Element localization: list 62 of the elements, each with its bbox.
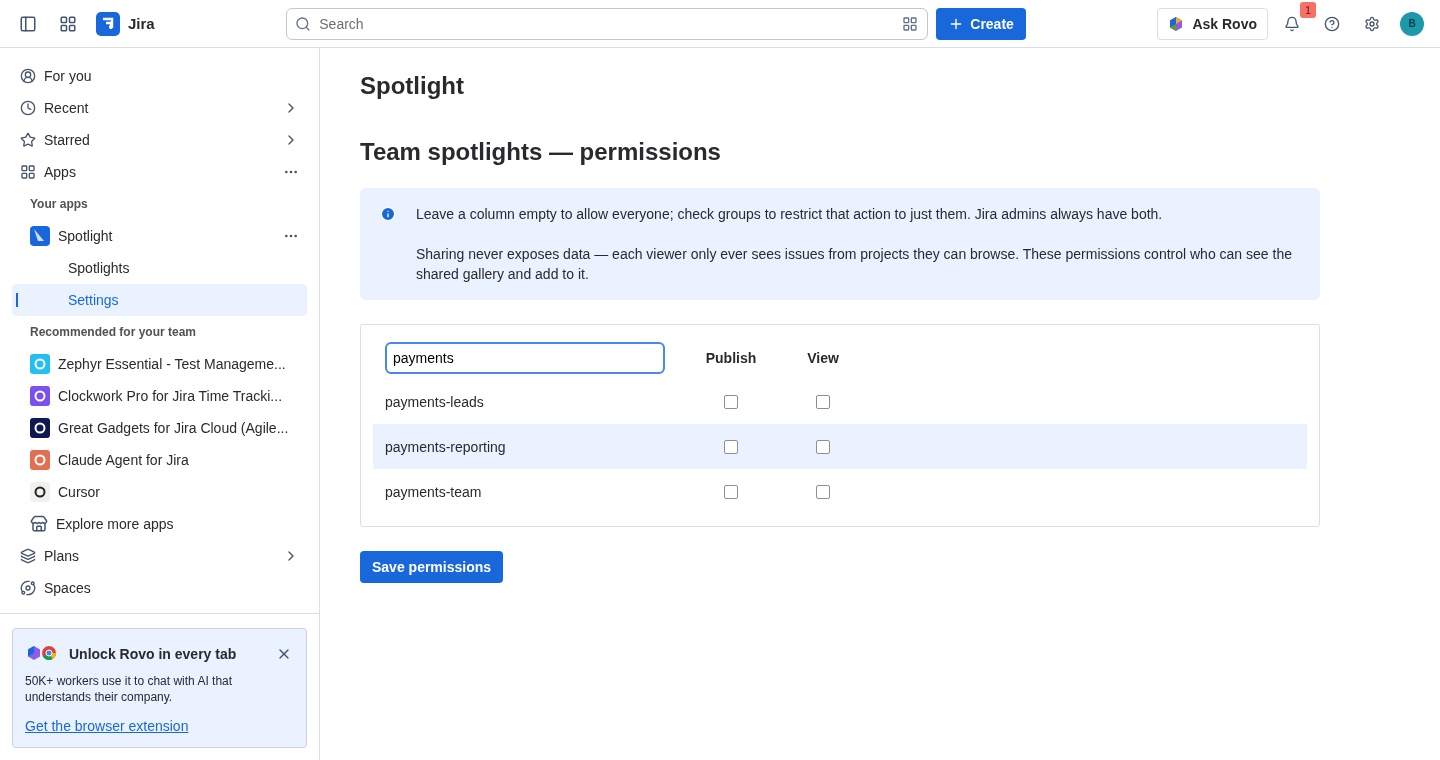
sidebar-item[interactable]: Zephyr Essential - Test Manageme... bbox=[12, 348, 307, 380]
app-icon bbox=[30, 354, 50, 374]
product-name[interactable]: Jira bbox=[128, 15, 155, 32]
search-icon bbox=[295, 15, 312, 32]
star-icon bbox=[20, 132, 36, 148]
planet-icon bbox=[20, 580, 36, 596]
extension-link[interactable]: Get the browser extension bbox=[25, 718, 189, 734]
sidebar-item[interactable]: Spaces bbox=[12, 572, 307, 604]
filter-field[interactable]: payments bbox=[385, 342, 665, 374]
checkbox[interactable] bbox=[816, 484, 830, 499]
info-text: Sharing never exposes data — each viewer only ever sees issues from projects they can browse. These permissions control who can see the shared gallery and add to it. bbox=[416, 245, 1293, 284]
sidebar-item[interactable]: Plans bbox=[12, 540, 307, 572]
checkbox[interactable] bbox=[724, 439, 738, 454]
layers-icon bbox=[20, 548, 36, 564]
section-heading: Recommended for your team bbox=[29, 324, 198, 341]
sidebar-item[interactable]: Recent bbox=[12, 92, 307, 124]
section-heading: Your apps bbox=[29, 196, 89, 213]
avatar[interactable]: B bbox=[1400, 11, 1424, 36]
sidebar-subitem[interactable]: Spotlights bbox=[12, 252, 307, 284]
promo-title: Unlock Rovo in every tab bbox=[69, 646, 238, 662]
ask-rovo-button[interactable]: Ask Rovo bbox=[1157, 7, 1268, 40]
column-header: Publish bbox=[704, 350, 758, 366]
sidebar-subitem[interactable]: Settings bbox=[12, 284, 307, 316]
search-field[interactable]: Search bbox=[286, 7, 929, 40]
rovo-icon bbox=[1168, 15, 1185, 32]
checkbox[interactable] bbox=[724, 484, 738, 499]
group-name: payments-reporting bbox=[385, 438, 507, 455]
app-icon bbox=[30, 418, 50, 438]
app-icon bbox=[30, 482, 50, 502]
group-name: payments-team bbox=[385, 483, 483, 500]
section-title: Team spotlights — permissions bbox=[360, 138, 722, 166]
store-icon bbox=[30, 515, 48, 533]
logo-icon[interactable] bbox=[96, 11, 120, 36]
info-icon bbox=[380, 206, 396, 222]
notification-count: 1 bbox=[1299, 1, 1316, 18]
sidebar-item[interactable]: Great Gadgets for Jira Cloud (Agile... bbox=[12, 412, 307, 444]
sidebar-item[interactable]: Explore more apps bbox=[12, 508, 307, 540]
app-icon bbox=[30, 226, 50, 246]
notifications-icon[interactable] bbox=[1284, 15, 1300, 32]
sidebar-item[interactable]: Clockwork Pro for Jira Time Tracki... bbox=[12, 380, 307, 412]
create-button[interactable]: Create bbox=[936, 7, 1026, 40]
save-button[interactable]: Save permissions bbox=[360, 551, 504, 583]
checkbox[interactable] bbox=[816, 394, 830, 409]
checkbox[interactable] bbox=[724, 394, 738, 409]
app-icon bbox=[30, 450, 50, 470]
user-circle-icon bbox=[20, 68, 36, 84]
page-title: Spotlight bbox=[360, 72, 465, 100]
column-header: View bbox=[806, 350, 840, 366]
sidebar-item[interactable]: For you bbox=[12, 60, 307, 92]
grid-icon[interactable] bbox=[902, 15, 919, 32]
apps-icon bbox=[20, 164, 36, 180]
checkbox[interactable] bbox=[816, 439, 830, 454]
sidebar-item[interactable]: Apps bbox=[12, 156, 307, 188]
sidebar-item[interactable]: Cursor bbox=[12, 476, 307, 508]
sidebar-item[interactable]: Spotlight bbox=[12, 220, 307, 252]
promo-text: 50K+ workers use it to chat with AI that understands their company. bbox=[25, 673, 234, 705]
app-icon bbox=[30, 386, 50, 406]
clock-icon bbox=[20, 100, 36, 116]
sidebar-item[interactable]: Claude Agent for Jira bbox=[12, 444, 307, 476]
sidebar-item[interactable]: Starred bbox=[12, 124, 307, 156]
group-name: payments-leads bbox=[385, 393, 485, 410]
info-text: Leave a column empty to allow everyone; check groups to restrict that action to just them. Jira admins always have both. bbox=[416, 205, 1164, 224]
